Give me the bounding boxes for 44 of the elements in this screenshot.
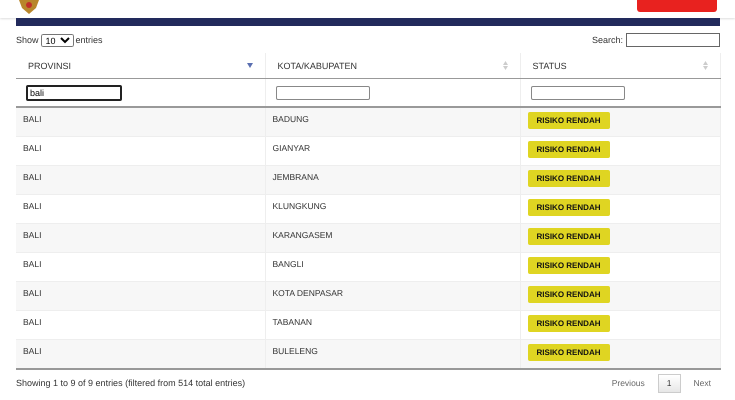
status-badge: RISIKO RENDAH xyxy=(528,170,610,187)
province-cell: BALI xyxy=(23,259,42,269)
filter-field[interactable] xyxy=(276,86,370,100)
city-cell: KOTA DENPASAR xyxy=(272,288,344,298)
sort-descending-icon[interactable] xyxy=(246,63,252,68)
filter-field[interactable]: bali xyxy=(26,84,122,100)
show-label: Show xyxy=(16,35,39,45)
city-cell: GIANYAR xyxy=(272,143,310,153)
status-badge: RISIKO RENDAH xyxy=(528,257,610,274)
province-cell: BALI xyxy=(23,230,42,240)
city-cell: BULELENG xyxy=(272,346,318,356)
province-cell: BALI xyxy=(23,288,42,298)
province-cell: BALI xyxy=(23,143,42,153)
pagination-button[interactable]: Previous xyxy=(602,374,654,392)
column-header[interactable]: PROVINSI xyxy=(28,60,72,70)
entries-dropdown[interactable]: 10 xyxy=(40,34,74,46)
status-badge: RISIKO RENDAH xyxy=(528,344,610,361)
city-cell: KARANGASEM xyxy=(272,230,332,240)
province-cell: BALI xyxy=(23,172,42,182)
province-cell: BALI xyxy=(23,201,42,211)
city-cell: TABANAN xyxy=(272,317,312,327)
column-header[interactable]: STATUS xyxy=(532,60,567,70)
status-badge: RISIKO RENDAH xyxy=(528,141,610,158)
city-cell: JEMBRANA xyxy=(272,172,319,182)
column-header[interactable]: KOTA/KABUPATEN xyxy=(278,60,358,70)
city-cell: BANGLI xyxy=(272,259,304,269)
entries-label: entries xyxy=(76,35,103,45)
status-badge: RISIKO RENDAH xyxy=(528,199,610,216)
filter-field[interactable] xyxy=(530,86,624,100)
city-cell: KLUNGKUNG xyxy=(272,201,326,211)
pagination-button[interactable]: 1 xyxy=(658,374,681,392)
province-cell: BALI xyxy=(23,317,42,327)
province-cell: BALI xyxy=(23,346,42,356)
status-badge: RISIKO RENDAH xyxy=(528,315,610,332)
emblem-logo xyxy=(16,0,42,14)
status-badge: RISIKO RENDAH xyxy=(528,112,610,129)
search-label: Search: xyxy=(592,35,623,45)
status-badge: RISIKO RENDAH xyxy=(528,228,610,245)
province-cell: BALI xyxy=(23,114,42,124)
search-field[interactable] xyxy=(626,33,720,47)
entries-info: Showing 1 to 9 of 9 entries (filtered from 514 total entries) xyxy=(16,378,246,388)
status-badge: RISIKO RENDAH xyxy=(528,286,610,303)
pagination-button[interactable]: Next xyxy=(684,374,720,392)
city-cell: BADUNG xyxy=(272,114,309,124)
